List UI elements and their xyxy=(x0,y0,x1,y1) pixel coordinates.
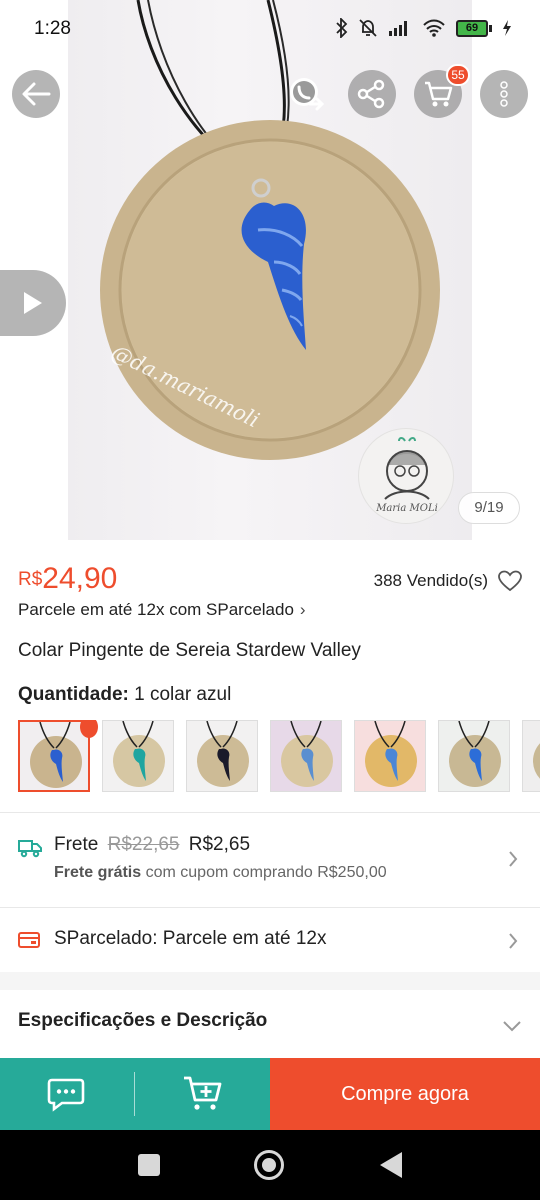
shipping-price-line: Frete R$22,65 R$2,65 xyxy=(54,834,250,856)
price-currency: R$ xyxy=(18,569,43,590)
add-to-cart-button[interactable] xyxy=(182,1074,222,1117)
sparcelado-row[interactable]: SParcelado: Parcele em até 12x xyxy=(18,926,522,956)
variant-thumbnail-image xyxy=(523,721,540,791)
status-time: 1:28 xyxy=(34,18,71,39)
free-shipping-condition: com cupom comprando R$250,00 xyxy=(145,864,387,881)
buy-now-button[interactable]: Compre agora xyxy=(270,1058,540,1130)
system-back-button[interactable] xyxy=(380,1152,402,1178)
bottom-left-actions xyxy=(0,1058,270,1130)
wifi-icon xyxy=(423,19,445,37)
bell-off-icon xyxy=(359,19,377,37)
shipping-new-price: R$2,65 xyxy=(188,834,251,855)
variant-thumb-2[interactable] xyxy=(102,720,174,792)
price-amount: 24,90 xyxy=(42,562,118,595)
seller-logo: Maria MOLi xyxy=(358,428,454,524)
back-button[interactable] xyxy=(12,70,60,118)
bottom-separator xyxy=(134,1072,135,1116)
variant-thumb-7[interactable] xyxy=(522,720,540,792)
sparcelado-text: SParcelado: Parcele em até 12x xyxy=(54,928,327,949)
arrow-left-icon xyxy=(22,82,51,106)
seller-logo-text: Maria MOLi xyxy=(376,503,438,514)
specs-description-row[interactable]: Especificações e Descrição xyxy=(18,1010,522,1040)
shipping-row[interactable]: Frete R$22,65 R$2,65 Frete grátis com cu… xyxy=(18,830,522,890)
bottom-action-bar: Compre agora xyxy=(0,1058,540,1130)
signal-icon xyxy=(389,21,407,36)
chevron-down-icon xyxy=(503,1021,521,1032)
truck-icon xyxy=(18,840,42,858)
variant-thumbnail-image xyxy=(439,721,509,791)
system-navigation-bar xyxy=(0,1130,540,1200)
status-bar: 1:28 69 xyxy=(0,0,540,60)
sold-count: 388 Vendido(s) xyxy=(373,571,488,590)
specs-title: Especificações e Descrição xyxy=(18,1010,268,1031)
variant-thumbnails[interactable] xyxy=(18,720,540,792)
variant-thumbnail-image xyxy=(103,721,173,791)
free-shipping-label: Frete grátis xyxy=(54,864,142,881)
add-to-cart-icon xyxy=(184,1076,222,1110)
chevron-right-icon xyxy=(509,933,518,949)
share-icon xyxy=(357,79,385,109)
divider xyxy=(0,907,540,908)
chevron-right-icon: › xyxy=(299,600,306,619)
installments-text: Parcele em até 12x com SParcelado xyxy=(18,600,294,619)
installments-link[interactable]: Parcele em até 12x com SParcelado › xyxy=(18,600,306,620)
home-button[interactable] xyxy=(254,1150,284,1180)
variant-thumb-5[interactable] xyxy=(354,720,426,792)
shipping-label: Frete xyxy=(54,834,99,855)
quantity-selection: Quantidade: 1 colar azul xyxy=(18,684,231,706)
heart-icon[interactable] xyxy=(498,570,522,592)
shipping-old-price: R$22,65 xyxy=(107,834,180,855)
variant-thumbnail-image xyxy=(355,721,425,791)
bluetooth-icon xyxy=(336,18,348,38)
recent-apps-button[interactable] xyxy=(138,1154,160,1176)
free-shipping-info: Frete grátis com cupom comprando R$250,0… xyxy=(54,864,387,882)
quantity-value: 1 colar azul xyxy=(134,684,232,705)
section-gap xyxy=(0,972,540,990)
chat-icon xyxy=(47,1078,85,1112)
status-icons: 69 xyxy=(336,18,512,38)
variant-thumb-1[interactable] xyxy=(18,720,90,792)
chevron-right-icon xyxy=(509,851,518,867)
more-vertical-icon xyxy=(500,81,508,107)
play-icon xyxy=(24,292,42,314)
divider xyxy=(0,812,540,813)
product-price: R$24,90 xyxy=(18,562,117,595)
quantity-label: Quantidade: xyxy=(18,684,129,705)
whatsapp-icon xyxy=(290,78,325,111)
variant-thumb-6[interactable] xyxy=(438,720,510,792)
charging-icon xyxy=(503,20,511,36)
variant-thumbnail-image xyxy=(20,722,88,790)
more-options-button[interactable] xyxy=(480,70,528,118)
variant-thumb-3[interactable] xyxy=(186,720,258,792)
battery-level: 69 xyxy=(456,19,488,37)
image-counter: 9/19 xyxy=(458,492,520,524)
share-button[interactable] xyxy=(348,70,396,118)
price-row: R$24,90 388 Vendido(s) xyxy=(18,562,522,598)
product-title: Colar Pingente de Sereia Stardew Valley xyxy=(18,640,361,661)
battery-indicator: 69 xyxy=(456,19,492,37)
cart-count-badge: 55 xyxy=(446,64,470,86)
whatsapp-share-button[interactable] xyxy=(282,70,330,118)
cart-icon xyxy=(425,81,453,107)
chat-button[interactable] xyxy=(46,1076,86,1117)
variant-thumbnail-image xyxy=(271,721,341,791)
flame-icon xyxy=(80,720,98,738)
variant-thumbnail-image xyxy=(187,721,257,791)
play-video-button[interactable] xyxy=(0,270,66,336)
product-image-gallery[interactable]: @da.mariamoli Maria MOLi 55 9/19 xyxy=(0,0,540,540)
sold-info: 388 Vendido(s) xyxy=(374,570,522,592)
cart-button[interactable]: 55 xyxy=(414,64,470,118)
ticket-icon xyxy=(18,932,40,948)
variant-thumb-4[interactable] xyxy=(270,720,342,792)
